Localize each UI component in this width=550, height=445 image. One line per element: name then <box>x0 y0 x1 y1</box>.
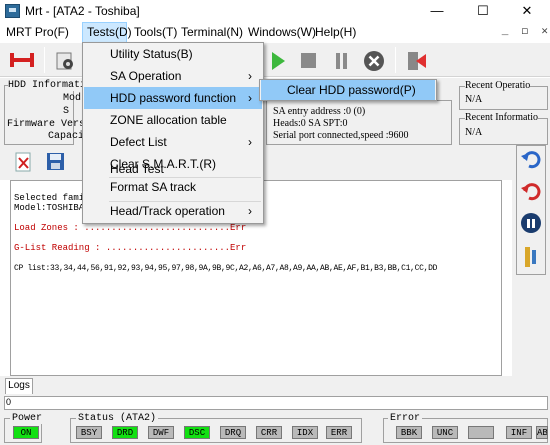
play-icon[interactable] <box>270 51 286 71</box>
power-label: Power <box>10 413 45 424</box>
menu-mrt-pro[interactable]: MRT Pro(F) <box>6 25 69 42</box>
model-label: Mod <box>63 93 82 104</box>
status-led-err: ERR <box>326 426 352 439</box>
menu-item-sa-operation[interactable]: SA Operation › <box>84 65 262 87</box>
menu-item-label: ZONE allocation table <box>110 113 227 127</box>
menu-tools[interactable]: Tools(T) <box>134 25 177 42</box>
status-led-bsy: BSY <box>76 426 102 439</box>
power-led: ON <box>13 426 39 439</box>
tab-logs[interactable]: Logs <box>5 378 33 394</box>
cancel-icon[interactable] <box>363 50 385 72</box>
serial-port-status: Serial port connected,speed :9600 <box>273 130 409 141</box>
submenu-arrow-icon: › <box>248 69 252 83</box>
error-led-abr: ABR <box>536 426 548 439</box>
menu-item-head-track[interactable]: Head/Track operation › <box>84 200 262 222</box>
window-title: Mrt - [ATA2 - Toshiba] <box>25 4 140 18</box>
settings-icon[interactable] <box>55 51 75 71</box>
menu-tests[interactable]: Tests(D) <box>87 25 132 42</box>
log-line-error: Load Zones : ...........................… <box>14 223 247 233</box>
status-led-drd: DRD <box>112 426 138 439</box>
status-led-dwf: DWF <box>148 426 174 439</box>
sa-entry-address: SA entry address :0 (0) <box>273 106 366 117</box>
toolbar-separator <box>44 47 45 73</box>
close-button[interactable]: ✕ <box>504 0 550 22</box>
info-icon[interactable] <box>520 212 542 234</box>
progress-bar <box>4 396 548 410</box>
menu-item-defect-list[interactable]: Defect List › <box>84 131 262 153</box>
tools-icon[interactable] <box>522 245 540 269</box>
connect-icon[interactable] <box>9 51 35 69</box>
mdi-window-controls[interactable]: _ ◻ ✕ <box>502 24 548 38</box>
menu-item-label: HDD password function <box>110 91 237 105</box>
stop-icon[interactable] <box>300 52 318 70</box>
submenu-arrow-icon: › <box>248 91 252 105</box>
minimize-button[interactable]: — <box>414 0 460 22</box>
menu-windows[interactable]: Windows(W) <box>248 25 316 42</box>
log-line: Selected fami <box>14 193 85 203</box>
log-line-error: G-List Reading : .......................… <box>14 243 247 253</box>
heads-info: Heads:0 SA SPT:0 <box>273 118 348 129</box>
status-led-drq: DRQ <box>220 426 246 439</box>
title-bar: Mrt - [ATA2 - Toshiba] — ☐ ✕ <box>0 0 550 22</box>
menu-item-label: Clear HDD password(P) <box>287 83 416 97</box>
progress-value: 0 <box>6 397 12 407</box>
clear-log-icon[interactable] <box>14 152 34 172</box>
menu-terminal[interactable]: Terminal(N) <box>181 25 243 42</box>
status-label: Status (ATA2) <box>76 413 159 424</box>
menu-item-format-sa[interactable]: Format SA track <box>84 176 262 198</box>
save-log-icon[interactable] <box>46 152 66 172</box>
status-led-idx: IDX <box>292 426 318 439</box>
error-led-blank <box>468 426 494 439</box>
recent-operation-label: Recent Operatio <box>465 80 531 91</box>
menu-help[interactable]: Help(H) <box>315 25 356 42</box>
error-led-bbk: BBK <box>396 426 422 439</box>
menu-item-label: Head/Track operation <box>110 204 225 218</box>
recent-info-label: Recent Informatio <box>465 112 539 123</box>
menu-item-label: Utility Status(B) <box>110 47 193 61</box>
toolbar-separator <box>395 47 396 73</box>
maximize-button[interactable]: ☐ <box>460 0 506 22</box>
recent-info-value: N/A <box>465 127 483 138</box>
hdd-info-label: HDD Informati <box>8 80 87 91</box>
menu-item-hdd-password[interactable]: HDD password function › <box>84 87 262 109</box>
menu-item-label: Head Test <box>110 162 164 176</box>
capacity-label: Capaci <box>48 131 85 142</box>
menu-item-label: Format SA track <box>110 180 197 194</box>
error-led-inf: INF <box>506 426 532 439</box>
exit-icon[interactable] <box>406 50 428 72</box>
status-led-dsc: DSC <box>184 426 210 439</box>
status-led-crr: CRR <box>256 426 282 439</box>
undo-icon[interactable] <box>520 150 542 170</box>
app-icon <box>5 4 20 18</box>
menu-item-label: SA Operation <box>110 69 182 83</box>
submenu-arrow-icon: › <box>248 135 252 149</box>
tests-menu-lower: Head Test Format SA track Head/Track ope… <box>83 158 263 224</box>
log-line: Model:TOSHIBA <box>14 203 85 213</box>
error-label: Error <box>388 413 423 424</box>
menu-item-clear-hdd-password[interactable]: Clear HDD password(P) <box>261 80 435 100</box>
log-line: CP list:33,34,44,56,91,92,93,94,95,97,98… <box>14 264 438 273</box>
error-led-unc: UNC <box>432 426 458 439</box>
firmware-label: Firmware Versi <box>7 119 92 130</box>
hdd-password-submenu: Clear HDD password(P) <box>259 79 437 101</box>
submenu-arrow-icon: › <box>248 204 252 218</box>
redo-icon[interactable] <box>520 182 542 202</box>
menu-item-utility-status[interactable]: Utility Status(B) <box>84 43 262 65</box>
recent-operation-value: N/A <box>465 94 483 105</box>
menu-item-zone-table[interactable]: ZONE allocation table <box>84 109 262 131</box>
serial-label: S <box>63 106 70 117</box>
menu-item-label: Defect List <box>110 135 167 149</box>
pause-icon[interactable] <box>333 52 351 70</box>
